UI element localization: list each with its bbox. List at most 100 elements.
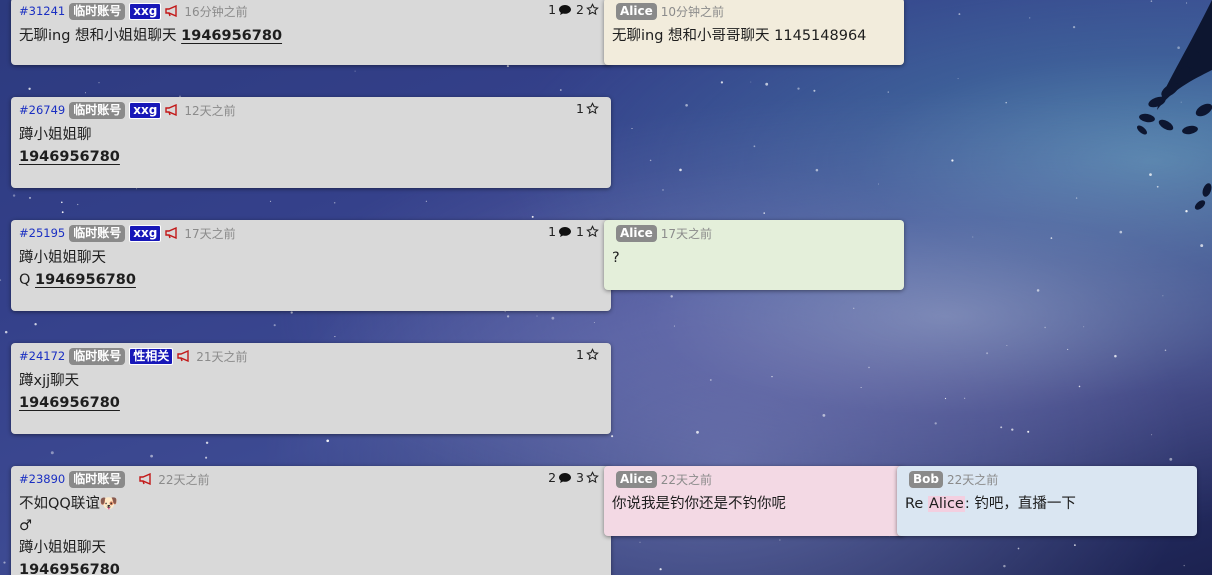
post-id-link[interactable]: #26749: [19, 103, 65, 117]
star-count[interactable]: 1: [576, 224, 599, 239]
account-badge: 临时账号: [69, 101, 126, 119]
tree-leaves-decoration: [1137, 0, 1212, 210]
post-tag[interactable]: xxg: [129, 224, 162, 242]
reply-meta: Alice 10分钟之前: [612, 2, 896, 20]
post-stats: 1 2: [548, 2, 599, 17]
star-dot: [611, 435, 614, 438]
post-stats: 1: [576, 347, 599, 362]
post-card[interactable]: #26749 临时账号 xxg 12天之前 1 蹲小姐姐聊 1946956780: [11, 97, 611, 188]
reply-card[interactable]: Alice 10分钟之前 无聊ing 想和小哥哥聊天 1145148964: [604, 0, 904, 65]
post-id-link[interactable]: #24172: [19, 349, 65, 363]
star-dot: [750, 81, 752, 83]
reply-card[interactable]: Alice 22天之前 你说我是钓你还是不钓你呢: [604, 466, 904, 536]
post-id-link[interactable]: #25195: [19, 226, 65, 240]
post-card[interactable]: #31241 临时账号 xxg 16分钟之前 1 2 无聊ing 想和小姐姐聊天…: [11, 0, 611, 65]
speech-bubble-icon: [559, 226, 572, 237]
star-dot: [1180, 101, 1182, 103]
star-dot: [1067, 348, 1069, 350]
star-dot: [649, 159, 652, 162]
reply-body: ?: [612, 250, 620, 266]
star-dot: [1162, 295, 1164, 297]
star-dot: [1017, 547, 1020, 550]
phone-number: 1946956780: [19, 395, 120, 411]
star-dot: [1119, 230, 1123, 234]
star-dot: [957, 78, 959, 80]
star-dot: [662, 189, 664, 191]
star-dot: [1169, 457, 1173, 461]
post-meta: #26749 临时账号 xxg 12天之前 1: [19, 101, 603, 119]
star-dot: [679, 168, 682, 172]
star-dot: [763, 212, 765, 214]
phone-number: 1946956780: [19, 562, 120, 575]
post-id-link[interactable]: #23890: [19, 472, 65, 486]
star-dot: [964, 397, 966, 399]
post-meta: #23890 临时账号 22天之前 2 3: [19, 470, 603, 488]
star-dot: [1011, 428, 1014, 431]
megaphone-icon[interactable]: [165, 227, 180, 239]
reply-reference[interactable]: Alice: [927, 496, 965, 512]
star-dot: [659, 568, 662, 571]
star-count[interactable]: 2: [576, 2, 599, 17]
post-body: 蹲xjj聊天 1946956780: [19, 373, 120, 411]
post-tag[interactable]: 性相关: [129, 347, 174, 365]
star-dot: [670, 295, 673, 298]
star-count[interactable]: 1: [576, 101, 599, 116]
star-dot: [273, 324, 276, 327]
star-dot: [269, 200, 272, 203]
star-dot: [354, 70, 356, 72]
star-dot: [720, 81, 724, 84]
reply-time: 10分钟之前: [660, 4, 725, 19]
post-body: 蹲小姐姐聊 1946956780: [19, 127, 120, 165]
reply-card[interactable]: Bob 22天之前 Re Alice: 钓吧，直播一下: [897, 466, 1197, 536]
megaphone-icon[interactable]: [177, 350, 192, 362]
post-tag[interactable]: xxg: [129, 101, 162, 119]
reply-meta: Alice 17天之前: [612, 224, 896, 242]
phone-number: 1946956780: [35, 272, 136, 288]
post-card[interactable]: #25195 临时账号 xxg 17天之前 1 1 蹲小姐姐聊天 Q 19469…: [11, 220, 611, 311]
star-dot: [1186, 2, 1188, 4]
star-dot: [1036, 289, 1040, 292]
post-time: 12天之前: [184, 103, 236, 118]
account-badge: 临时账号: [69, 347, 126, 365]
star-dot: [779, 539, 781, 541]
star-dot: [1156, 185, 1159, 188]
megaphone-icon[interactable]: [165, 104, 180, 116]
star-dot: [1078, 385, 1081, 388]
comment-count[interactable]: 1: [548, 2, 572, 17]
comment-count[interactable]: 2: [548, 470, 572, 485]
star-dot: [813, 89, 816, 92]
megaphone-icon[interactable]: [165, 5, 180, 17]
star-dot: [504, 310, 506, 313]
star-dot: [958, 13, 961, 16]
star-dot: [986, 352, 989, 355]
reply-card[interactable]: Alice 17天之前 ?: [604, 220, 904, 290]
star-dot: [1074, 544, 1076, 546]
star-dot: [98, 82, 100, 84]
star-dot: [1006, 344, 1008, 346]
post-body: 无聊ing 想和小姐姐聊天 1946956780: [19, 28, 283, 44]
star-dot: [136, 188, 138, 190]
post-card[interactable]: #23890 临时账号 22天之前 2 3 不如QQ联谊🐶 ♂ 蹲小姐姐聊天 1…: [11, 466, 611, 575]
star-dot: [4, 330, 8, 334]
comment-count[interactable]: 1: [548, 224, 572, 239]
star-dot: [205, 441, 209, 445]
post-card[interactable]: #24172 临时账号 性相关 21天之前 1 蹲xjj聊天 194695678…: [11, 343, 611, 434]
post-stats: 2 3: [548, 470, 599, 485]
star-dot: [639, 541, 641, 543]
star-dot: [205, 456, 208, 459]
star-count[interactable]: 3: [576, 470, 599, 485]
star-dot: [765, 82, 769, 86]
star-dot: [333, 202, 336, 204]
star-dot: [1050, 237, 1053, 239]
star-dot: [771, 375, 773, 378]
star-count[interactable]: 1: [576, 347, 599, 362]
star-dot: [1083, 326, 1085, 328]
megaphone-icon[interactable]: [139, 473, 154, 485]
post-id-link[interactable]: #31241: [19, 4, 65, 18]
star-dot: [696, 430, 699, 434]
post-body: 不如QQ联谊🐶 ♂ 蹲小姐姐聊天 1946956780: [19, 493, 603, 575]
speech-bubble-icon: [559, 472, 572, 483]
star-dot: [878, 183, 880, 185]
post-tag[interactable]: xxg: [129, 2, 162, 20]
star-outline-icon: [586, 225, 599, 238]
